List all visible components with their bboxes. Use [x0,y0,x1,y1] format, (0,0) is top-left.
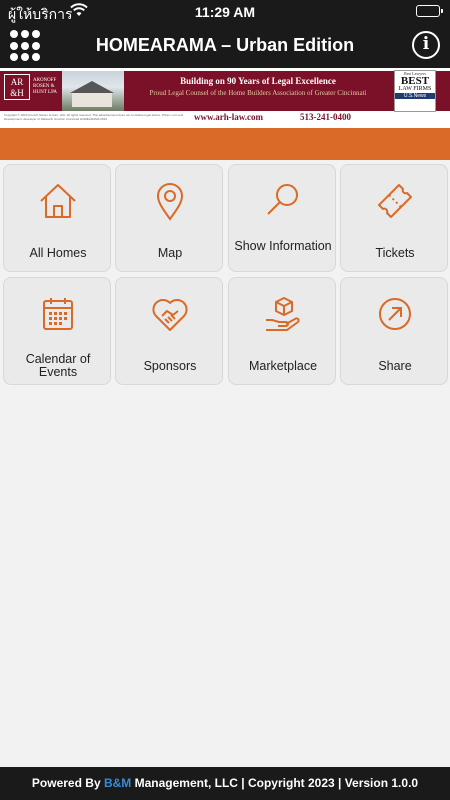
status-bar: ผู้ให้บริการ 11:29 AM [0,0,450,24]
award-best: BEST [400,75,430,87]
tile-tickets[interactable]: Tickets [340,164,448,272]
tile-marketplace[interactable]: Marketplace [228,277,336,385]
tile-all-homes[interactable]: All Homes [3,164,111,272]
tile-show-information[interactable]: Show Information [228,164,336,272]
calendar-icon [43,298,73,330]
award-badge: Best Lawyers BEST LAW FIRMS U.S.News [394,70,436,112]
banner-fine-print: Copyright © 2023 Aronoff, Rosen & Hunt, … [4,113,184,121]
house-icon [40,184,76,218]
banner-headline: Building on 90 Years of Legal Excellence [180,76,336,86]
tile-label: Marketplace [248,359,318,373]
tile-map[interactable]: Map [115,164,223,272]
award-firms: LAW FIRMS [398,86,432,92]
tile-sponsors[interactable]: Sponsors [115,277,223,385]
nav-bar: HOMEARAMA – Urban Edition i [0,24,450,68]
clock: 11:29 AM [194,4,256,20]
tile-label: Share [378,359,412,373]
handshake-heart-icon [152,298,188,331]
tile-label: Tickets [375,246,415,260]
footer-prefix: Powered By [31,776,104,790]
accent-bar [0,128,450,160]
info-icon[interactable]: i [412,31,440,59]
box-hand-icon [266,297,300,331]
map-pin-icon [156,183,184,221]
tile-label: All Homes [29,246,87,260]
footer-suffix: Management, LLC | Copyright 2023 | Versi… [131,776,419,790]
footer: Powered By B&M Management, LLC | Copyrig… [0,767,450,800]
sponsor-banner[interactable]: AR &H ARONOFF ROSEN & HUNT LPA Building … [0,68,450,128]
search-icon [267,184,298,215]
tile-share[interactable]: Share [340,277,448,385]
tile-label: Sponsors [143,359,197,373]
banner-subline: Proud Legal Counsel of the Home Builders… [149,89,367,97]
tile-label: Map [157,246,183,260]
banner-phone: 513-241-0400 [300,112,351,122]
tile-label: Show Information [234,239,332,253]
award-news: U.S.News [395,93,435,99]
ticket-icon [378,184,412,218]
battery-icon [416,5,443,17]
banner-url: www.arh-law.com [194,112,263,122]
share-arrow-icon [379,298,411,330]
tile-label: Calendar of Events [25,352,91,379]
house-photo [62,71,124,111]
footer-brand: B&M [103,776,132,790]
page-title: HOMEARAMA – Urban Edition [95,35,355,55]
firm-name: ARONOFF ROSEN & HUNT LPA [33,78,58,95]
firm-logo: AR &H [4,74,30,100]
tile-calendar-of-events[interactable]: Calendar of Events [3,277,111,385]
